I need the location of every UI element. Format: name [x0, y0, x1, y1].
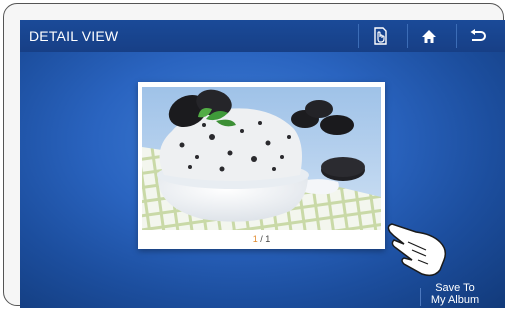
device-frame: DETAIL VIEW 1 / 1 Save To My Album: [3, 3, 505, 308]
page-title: DETAIL VIEW: [29, 28, 119, 44]
home-icon: [422, 29, 436, 43]
total-pages: 1: [265, 234, 271, 244]
doc-hand-icon: [374, 27, 387, 45]
screen: DETAIL VIEW 1 / 1 Save To My Album: [20, 20, 505, 308]
save-label-line1: Save To: [435, 282, 475, 294]
photo-card[interactable]: 1 / 1: [138, 82, 385, 249]
back-arrow-icon: [470, 29, 486, 41]
hand-gesture-icon: [387, 223, 447, 277]
photo-image[interactable]: [142, 87, 381, 230]
page-counter: 1 / 1: [138, 234, 385, 244]
title-bar: DETAIL VIEW: [20, 20, 505, 52]
home-button[interactable]: [408, 20, 450, 52]
back-button[interactable]: [457, 20, 499, 52]
save-to-album-button[interactable]: Save To My Album: [423, 282, 487, 306]
save-divider: [420, 288, 421, 306]
ice-cream-photo: [142, 87, 381, 230]
document-button[interactable]: [359, 20, 401, 52]
save-label-line2: My Album: [430, 294, 480, 306]
